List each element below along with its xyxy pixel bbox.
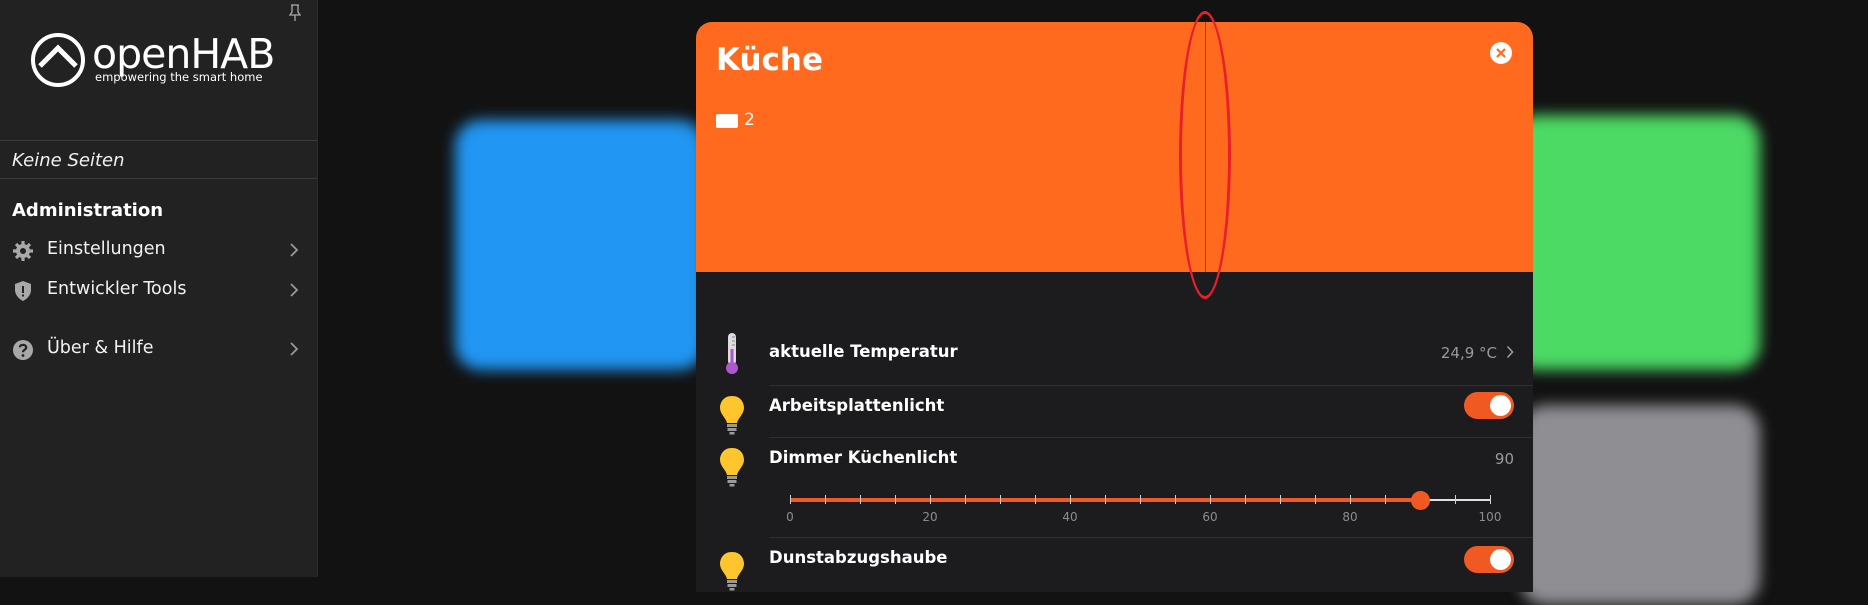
item-label: aktuelle Temperatur [769, 342, 958, 361]
close-icon [1496, 48, 1506, 58]
slider-tick [1245, 495, 1246, 504]
openhab-logo[interactable]: openHAB empowering the smart home [30, 30, 290, 96]
gear-icon [13, 241, 33, 261]
background-card-green [1510, 115, 1760, 370]
slider-tick [1385, 495, 1386, 504]
slider-tick [825, 495, 826, 504]
toggle-knob [1490, 395, 1511, 416]
equipment-count-value: 2 [744, 110, 755, 130]
slider-tick-label: 100 [1478, 510, 1502, 524]
chevron-right-icon [290, 283, 299, 297]
item-label: Arbeitsplattenlicht [769, 396, 945, 415]
close-button[interactable] [1490, 42, 1512, 64]
chevron-right-icon [1506, 345, 1514, 359]
slider-tick [860, 495, 861, 504]
list-item-temperature[interactable]: aktuelle Temperatur 24,9 °C [696, 317, 1533, 386]
sidebar-item-about-help[interactable]: Über & Hilfe [0, 331, 317, 367]
slider-tick [1105, 495, 1106, 504]
bulb-icon [720, 396, 744, 435]
bulb-icon [720, 448, 744, 487]
background-card-grey [1520, 405, 1760, 605]
slider-tick [1210, 495, 1211, 504]
no-pages-label: Keine Seiten [0, 140, 317, 179]
section-title-administration: Administration [12, 200, 164, 221]
slider-tick [1350, 495, 1351, 504]
toggle-knob [1490, 549, 1511, 570]
list-item-dunstabzugshaube[interactable]: Dunstabzugshaube [696, 538, 1533, 592]
slider-tick [1315, 495, 1316, 504]
item-value: 90 [1494, 450, 1514, 468]
help-icon [13, 340, 33, 360]
sidebar-item-developer-tools[interactable]: Entwickler Tools [0, 272, 317, 308]
sidebar-item-label: Einstellungen [47, 239, 166, 259]
slider-tick [1035, 495, 1036, 504]
slider-tick [1000, 495, 1001, 504]
annotation-highlight-ellipse [1179, 11, 1231, 299]
toggle-switch[interactable] [1464, 546, 1514, 573]
modal-title: Küche [716, 42, 824, 78]
slider-tick [1280, 495, 1281, 504]
sidebar: openHAB empowering the smart home Keine … [0, 0, 318, 577]
slider-tick [1140, 495, 1141, 504]
toggle-switch[interactable] [1464, 392, 1514, 419]
sidebar-item-settings[interactable]: Einstellungen [0, 232, 317, 268]
shield-icon [15, 281, 31, 301]
slider-tick [1175, 495, 1176, 504]
sidebar-item-label: Entwickler Tools [47, 279, 187, 299]
bulb-icon [720, 552, 744, 591]
slider-tick-label: 20 [922, 510, 938, 524]
thermometer-icon [726, 333, 738, 374]
chevron-right-icon [290, 243, 299, 257]
room-modal: Küche 2 aktuelle Temperatur 24,9 °C Arbe… [696, 22, 1533, 592]
slider-tick [1070, 495, 1071, 504]
list-item-arbeitsplattenlicht[interactable]: Arbeitsplattenlicht [696, 386, 1533, 438]
slider-tick [1490, 495, 1491, 504]
slider-tick-label: 0 [786, 510, 794, 524]
slider-tick-label: 80 [1342, 510, 1358, 524]
dimmer-slider[interactable]: 0 20 40 60 80 100 [786, 477, 1501, 524]
slider-tick-label: 60 [1202, 510, 1218, 524]
modal-header: Küche 2 [696, 22, 1533, 272]
slider-thumb[interactable] [1411, 491, 1430, 510]
item-value: 24,9 °C [1440, 344, 1497, 362]
equipment-icon [716, 114, 738, 128]
background-card-blue [455, 120, 705, 370]
slider-tick [965, 495, 966, 504]
openhab-logo-mark [31, 33, 85, 87]
slider-tick [790, 495, 791, 504]
sidebar-item-label: Über & Hilfe [47, 338, 154, 358]
slider-tick [1455, 495, 1456, 504]
slider-tick [930, 495, 931, 504]
pin-icon[interactable] [287, 4, 303, 22]
chevron-right-icon [290, 342, 299, 356]
slider-tick [895, 495, 896, 504]
slider-tick-label: 40 [1062, 510, 1078, 524]
item-label: Dimmer Küchenlicht [769, 448, 958, 467]
logo-tagline: empowering the smart home [95, 70, 263, 84]
item-label: Dunstabzugshaube [769, 548, 948, 567]
